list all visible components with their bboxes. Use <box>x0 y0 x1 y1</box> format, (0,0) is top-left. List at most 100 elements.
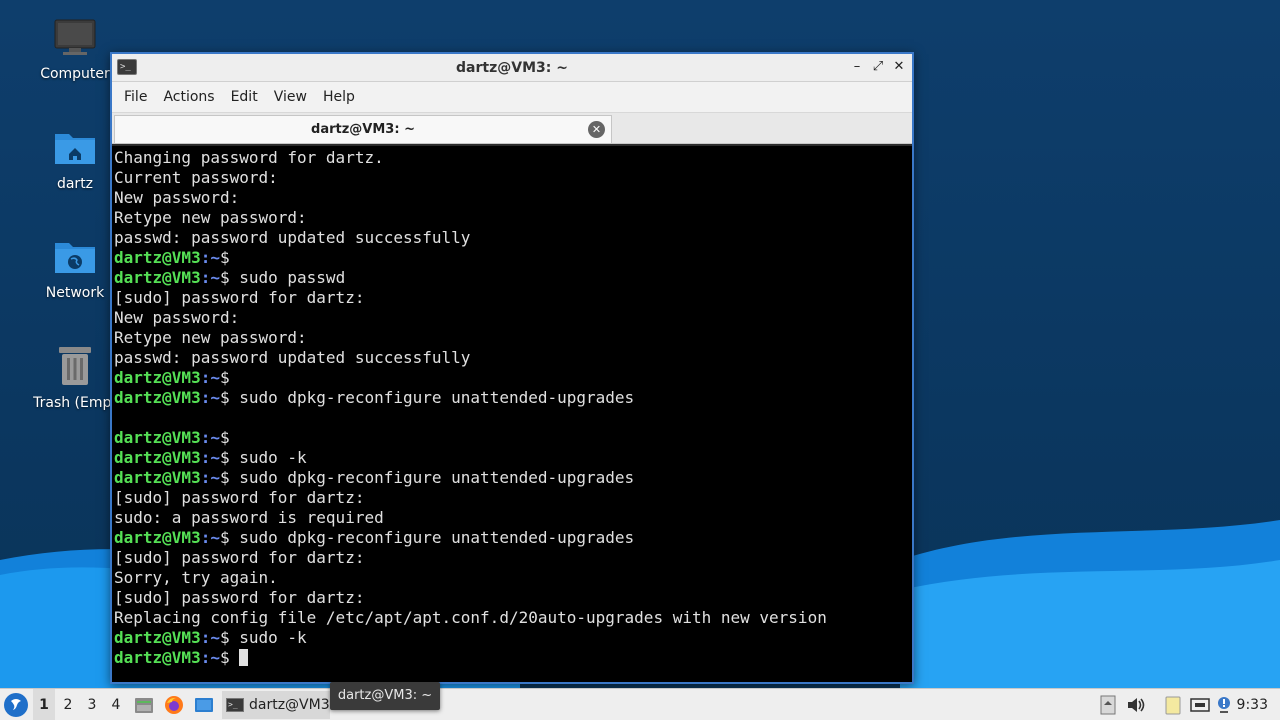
terminal-task-icon: >_ <box>226 698 244 712</box>
file-manager-launcher[interactable] <box>134 695 154 715</box>
taskbar-terminal-task[interactable]: >_ dartz@VM3 <box>222 691 330 719</box>
command-text: sudo -k <box>239 628 307 647</box>
output-text: New password: <box>114 188 240 207</box>
tab-label: dartz@VM3: ~ <box>311 122 415 137</box>
prompt-path: :~ <box>200 648 220 667</box>
prompt-user: dartz@VM3 <box>114 528 201 547</box>
menu-actions[interactable]: Actions <box>155 89 222 105</box>
command-text: sudo -k <box>239 448 307 467</box>
output-text: [sudo] password for dartz: <box>114 488 365 507</box>
output-text: Retype new password: <box>114 208 307 227</box>
updates-tray-icon[interactable] <box>1098 695 1118 715</box>
output-text: passwd: password updated successfully <box>114 348 471 367</box>
terminal-line: dartz@VM3:~$ <box>114 648 912 668</box>
prompt-symbol: $ <box>219 428 240 447</box>
menu-view[interactable]: View <box>266 89 315 105</box>
terminal-line: Sorry, try again. <box>114 568 912 588</box>
terminal-output[interactable]: Changing password for dartz. Current pass… <box>112 146 912 682</box>
output-text: sudo: a password is required <box>114 508 384 527</box>
output-text: Retype new password: <box>114 328 307 347</box>
terminal-line: dartz@VM3:~$ sudo dpkg-reconfigure unatt… <box>114 468 912 488</box>
output-text: Changing password for dartz. <box>114 148 384 167</box>
prompt-user: dartz@VM3 <box>114 468 201 487</box>
terminal-line: dartz@VM3:~$ sudo -k <box>114 628 912 648</box>
minimize-button[interactable]: – <box>848 58 866 76</box>
command-text: sudo dpkg-reconfigure unattended-upgrade… <box>239 468 635 487</box>
clipboard-icon[interactable] <box>1163 695 1183 715</box>
text-cursor <box>239 649 249 666</box>
terminal-line: [sudo] password for dartz: <box>114 288 912 308</box>
prompt-symbol: $ <box>219 468 240 487</box>
notification-icon[interactable] <box>1214 695 1234 715</box>
terminal-line: [sudo] password for dartz: <box>114 488 912 508</box>
prompt-user: dartz@VM3 <box>114 448 201 467</box>
desktop-icon-label: dartz <box>56 176 94 192</box>
prompt-user: dartz@VM3 <box>114 268 201 287</box>
terminal-window: >_ dartz@VM3: ~ – ⤢ ✕ File Actions Edit … <box>110 52 914 684</box>
terminal-line: dartz@VM3:~$ <box>114 428 912 448</box>
prompt-user: dartz@VM3 <box>114 628 201 647</box>
prompt-user: dartz@VM3 <box>114 368 201 387</box>
terminal-line: dartz@VM3:~$ sudo dpkg-reconfigure unatt… <box>114 528 912 548</box>
menu-help[interactable]: Help <box>315 89 363 105</box>
terminal-line: Retype new password: <box>114 208 912 228</box>
output-text: New password: <box>114 308 240 327</box>
prompt-user: dartz@VM3 <box>114 248 201 267</box>
workspace-1[interactable]: 1 <box>33 689 55 720</box>
desktop-icon-label: Computer <box>40 66 110 82</box>
prompt-user: dartz@VM3 <box>114 428 201 447</box>
tab-terminal[interactable]: dartz@VM3: ~ ✕ <box>114 115 612 143</box>
task-label: dartz@VM3 <box>249 697 330 713</box>
firefox-icon <box>165 696 183 714</box>
output-text: [sudo] password for dartz: <box>114 548 365 567</box>
terminal-line: dartz@VM3:~$ sudo -k <box>114 448 912 468</box>
terminal-line: dartz@VM3:~$ <box>114 248 912 268</box>
terminal-line: [sudo] password for dartz: <box>114 588 912 608</box>
terminal-line: dartz@VM3:~$ sudo dpkg-reconfigure unatt… <box>114 388 912 408</box>
prompt-path: :~ <box>200 388 220 407</box>
maximize-button[interactable]: ⤢ <box>869 58 887 76</box>
menu-file[interactable]: File <box>116 89 155 105</box>
output-text: passwd: password updated successfully <box>114 228 471 247</box>
workspace-2[interactable]: 2 <box>57 689 79 720</box>
prompt-path: :~ <box>200 268 220 287</box>
window-titlebar[interactable]: >_ dartz@VM3: ~ – ⤢ ✕ <box>112 54 912 82</box>
terminal-app-icon[interactable]: >_ <box>117 59 137 75</box>
prompt-path: :~ <box>200 368 220 387</box>
start-menu-button[interactable] <box>4 693 28 717</box>
command-text: sudo dpkg-reconfigure unattended-upgrade… <box>239 388 635 407</box>
volume-icon[interactable] <box>1126 695 1146 715</box>
show-desktop-launcher[interactable] <box>194 695 214 715</box>
firefox-launcher[interactable] <box>164 695 184 715</box>
desktop-icon-label: Network <box>45 285 105 301</box>
desktop-network[interactable]: Network <box>30 237 120 301</box>
desktop-home-folder[interactable]: dartz <box>30 128 120 192</box>
tab-close-button[interactable]: ✕ <box>588 121 605 138</box>
desktop-icon <box>195 698 213 712</box>
menu-edit[interactable]: Edit <box>223 89 266 105</box>
prompt-symbol: $ <box>219 528 240 547</box>
workspace-4[interactable]: 4 <box>105 689 127 720</box>
desktop-computer[interactable]: Computer <box>30 18 120 82</box>
network-tray-icon[interactable] <box>1190 695 1210 715</box>
clock[interactable]: 9:33 <box>1237 689 1268 720</box>
desktop-icon-label: Trash (Empt <box>33 395 117 411</box>
desktop-trash[interactable]: Trash (Empt <box>30 345 120 411</box>
output-text: Sorry, try again. <box>114 568 278 587</box>
network-folder-icon <box>55 243 95 273</box>
prompt-path: :~ <box>200 528 220 547</box>
workspace-3[interactable]: 3 <box>81 689 103 720</box>
prompt-symbol: $ <box>219 388 240 407</box>
prompt-path: :~ <box>200 448 220 467</box>
prompt-symbol: $ <box>219 648 240 667</box>
close-button[interactable]: ✕ <box>890 58 908 76</box>
prompt-user: dartz@VM3 <box>114 648 201 667</box>
start-logo-icon <box>5 694 27 716</box>
prompt-symbol: $ <box>219 248 240 267</box>
prompt-user: dartz@VM3 <box>114 388 201 407</box>
terminal-line: Replacing config file /etc/apt/apt.conf.… <box>114 608 912 628</box>
prompt-symbol: $ <box>219 448 240 467</box>
menu-bar: File Actions Edit View Help <box>112 82 912 113</box>
prompt-path: :~ <box>200 248 220 267</box>
